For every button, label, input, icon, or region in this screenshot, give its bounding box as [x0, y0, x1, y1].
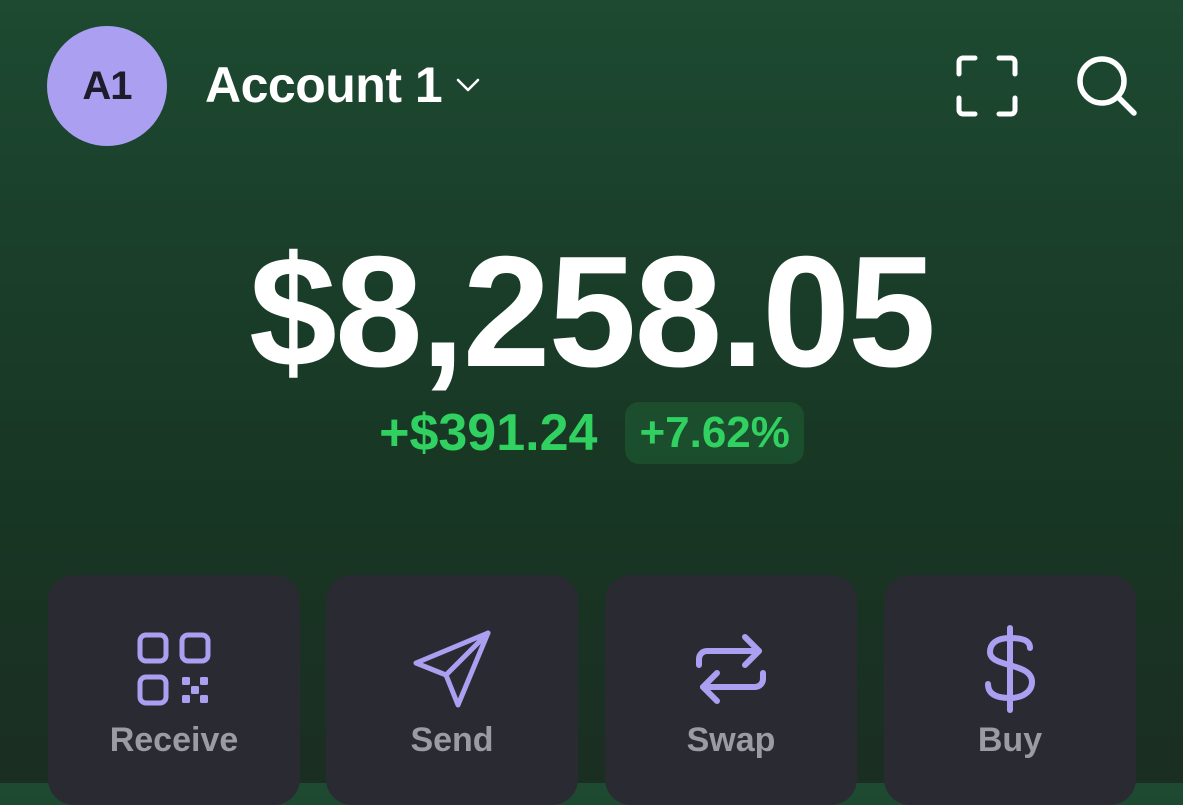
- chevron-down-icon: [456, 78, 480, 92]
- receive-button[interactable]: Receive: [48, 575, 300, 805]
- search-button[interactable]: [1073, 52, 1141, 120]
- avatar-initials: A1: [82, 63, 132, 108]
- account-switcher[interactable]: Account 1: [205, 52, 484, 118]
- buy-label: Buy: [977, 721, 1043, 759]
- avatar[interactable]: A1: [47, 26, 167, 146]
- receive-label: Receive: [109, 721, 239, 759]
- qr-code-icon: [137, 632, 211, 706]
- send-icon: [413, 630, 491, 708]
- change-percent-badge: +7.62%: [625, 402, 804, 464]
- header: A1 Account 1: [0, 0, 1183, 170]
- swap-label: Swap: [686, 721, 776, 759]
- swap-icon: [696, 634, 766, 704]
- action-buttons: Receive Send Swap Buy: [48, 575, 1138, 805]
- account-name: Account 1: [205, 57, 443, 113]
- total-balance: $8,258.05: [249, 224, 936, 400]
- buy-button[interactable]: Buy: [884, 575, 1136, 805]
- change-amount: +$391.24: [379, 404, 598, 462]
- search-icon: [1077, 56, 1137, 116]
- scan-icon: [956, 55, 1018, 117]
- send-button[interactable]: Send: [326, 575, 578, 805]
- dollar-icon: [985, 625, 1035, 713]
- send-label: Send: [410, 721, 494, 759]
- scan-button[interactable]: [953, 52, 1021, 120]
- swap-button[interactable]: Swap: [605, 575, 857, 805]
- balance-change: +$391.24 +7.62%: [0, 402, 1183, 464]
